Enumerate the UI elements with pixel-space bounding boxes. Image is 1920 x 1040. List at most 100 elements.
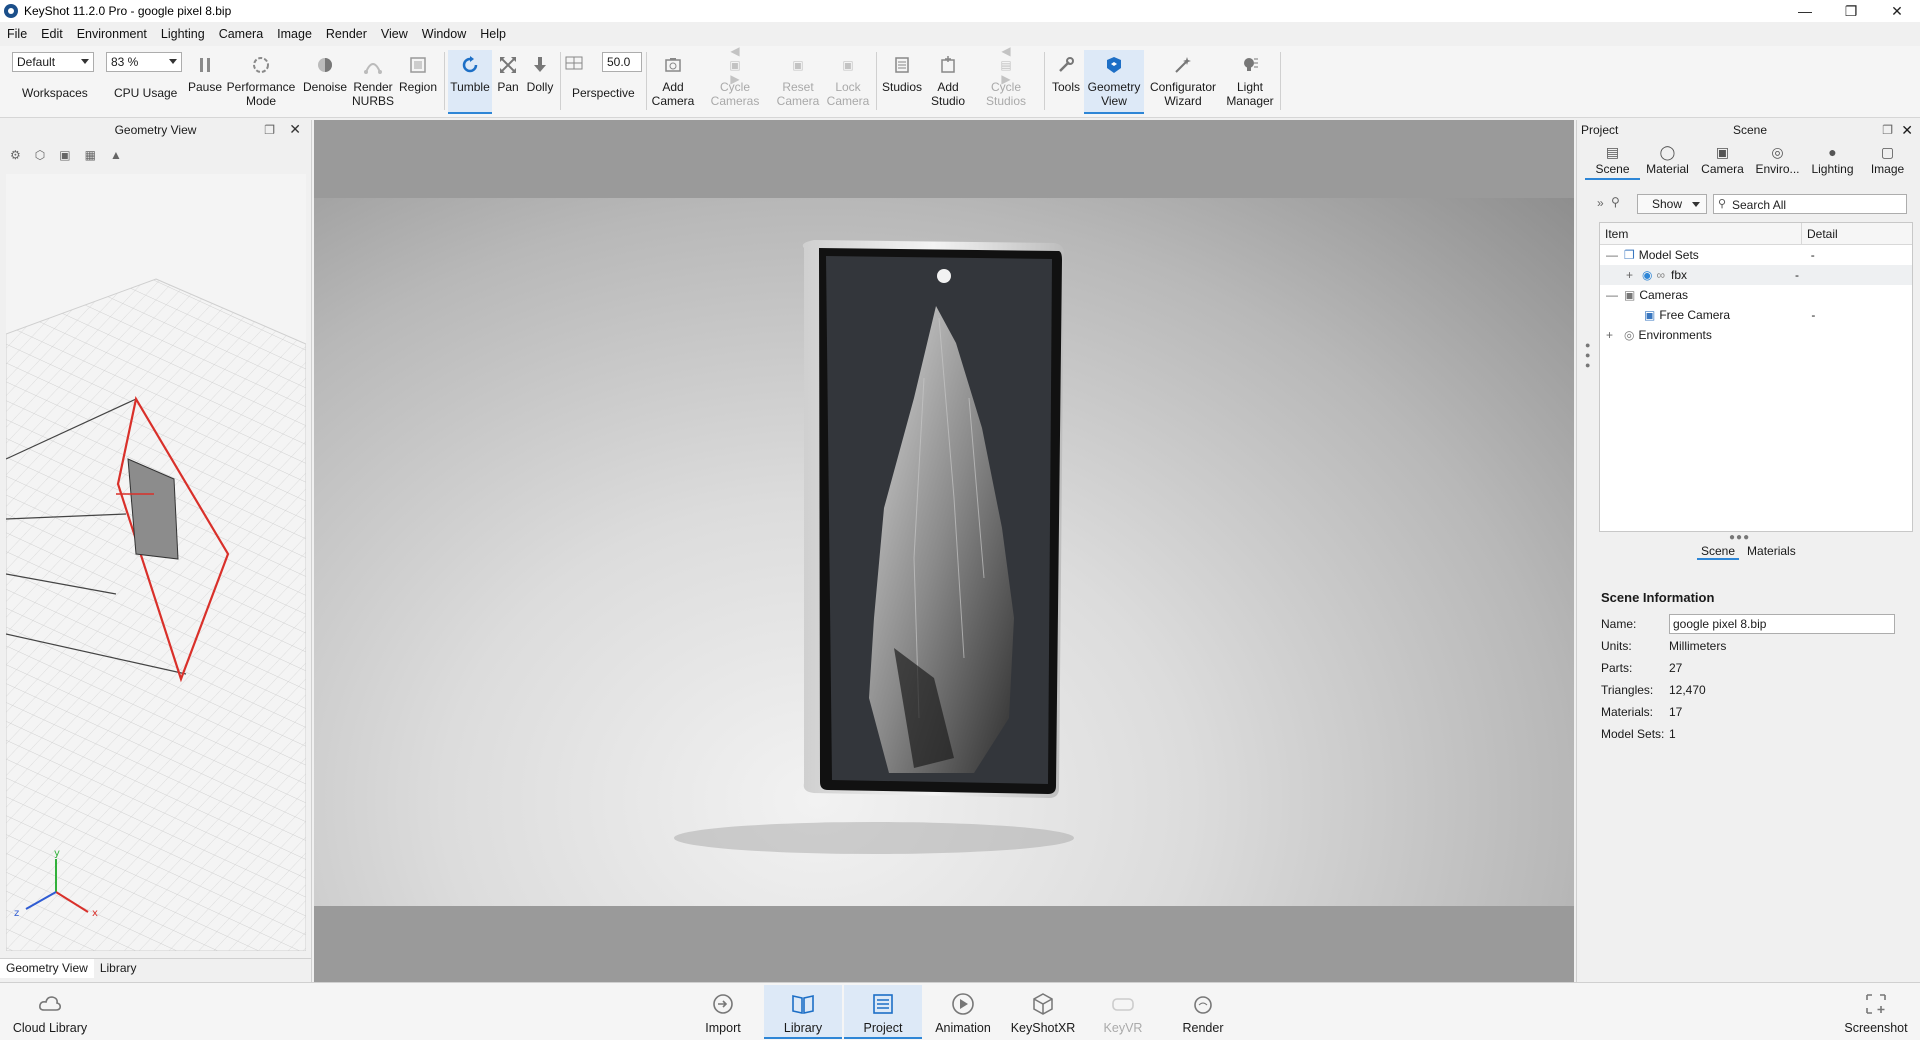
close-window-button[interactable]: ✕: [1874, 0, 1920, 22]
tab-environment[interactable]: ◎ Enviro...: [1750, 144, 1805, 180]
perspective-button[interactable]: Perspective: [572, 86, 635, 100]
animation-play-icon: [950, 991, 976, 1017]
import-button[interactable]: Import: [686, 985, 760, 1039]
denoise-button[interactable]: Denoise: [300, 50, 350, 114]
side-collapse-handle-icon[interactable]: ● ● ●: [1585, 340, 1590, 370]
cycle-studios-button[interactable]: ◀ ▤ ▶ Cycle Studios: [972, 44, 1040, 114]
keyvr-button[interactable]: KeyVR: [1084, 985, 1162, 1039]
collapse-icon[interactable]: —: [1606, 245, 1618, 265]
tab-lighting[interactable]: ● Lighting: [1805, 144, 1860, 180]
tab-geometry-view[interactable]: Geometry View: [0, 959, 94, 978]
expand-chevron-icon[interactable]: »: [1597, 196, 1604, 210]
filter-icon[interactable]: ⚲: [1611, 195, 1620, 209]
splitter-handle-icon[interactable]: ●●●: [1729, 532, 1750, 543]
menu-bar: File Edit Environment Lighting Camera Im…: [0, 24, 513, 44]
tree-row-free-camera[interactable]: ▣ Free Camera -: [1600, 305, 1912, 325]
scene-name-input[interactable]: google pixel 8.bip: [1669, 614, 1895, 634]
fit-view-icon[interactable]: ▣: [59, 148, 70, 162]
scene-tree-icon[interactable]: ▲: [110, 148, 122, 162]
menu-window[interactable]: Window: [415, 27, 473, 41]
geometry-view-button[interactable]: Geometry View: [1084, 50, 1144, 114]
dolly-button[interactable]: Dolly: [522, 50, 558, 114]
restore-button[interactable]: ❐: [1828, 0, 1874, 22]
render-viewport[interactable]: [314, 120, 1574, 982]
sub-tab-scene[interactable]: Scene: [1697, 544, 1740, 560]
minimize-button[interactable]: —: [1782, 0, 1828, 22]
cpu-usage-value: 83 %: [111, 55, 139, 69]
menu-view[interactable]: View: [374, 27, 415, 41]
tree-detail: -: [1810, 248, 1815, 262]
scene-tree: Item Detail — ❐ Model Sets - + ◉ ∞ fbx -…: [1599, 222, 1913, 532]
lightbulb-icon: ●: [1828, 144, 1837, 160]
menu-lighting[interactable]: Lighting: [154, 27, 212, 41]
geometry-view-canvas[interactable]: y x z: [6, 174, 306, 951]
tumble-icon: [459, 54, 481, 76]
keyshotxr-button[interactable]: KeyShotXR: [1004, 985, 1082, 1039]
show-dropdown[interactable]: Show: [1637, 194, 1707, 214]
undock-icon[interactable]: ❐: [1882, 120, 1893, 140]
undock-icon[interactable]: ❐: [264, 123, 275, 137]
menu-image[interactable]: Image: [270, 27, 319, 41]
tab-library[interactable]: Library: [94, 959, 143, 978]
menu-camera[interactable]: Camera: [212, 27, 270, 41]
cycle-cameras-button[interactable]: ◀ ▣ ▶ Cycle Cameras: [702, 44, 768, 114]
workspace-select[interactable]: Default: [12, 52, 94, 72]
project-panel-header: Project Scene ❐ ✕: [1577, 120, 1920, 140]
lock-camera-button[interactable]: ▣ Lock Camera: [824, 50, 872, 114]
tools-button[interactable]: Tools: [1048, 50, 1084, 114]
cloud-library-button[interactable]: Cloud Library: [10, 985, 90, 1039]
pan-button[interactable]: Pan: [494, 50, 522, 114]
detail-column-header[interactable]: Detail: [1802, 223, 1838, 244]
tree-row-fbx[interactable]: + ◉ ∞ fbx -: [1600, 265, 1912, 285]
menu-environment[interactable]: Environment: [70, 27, 154, 41]
collapse-icon[interactable]: —: [1606, 285, 1618, 305]
cpu-usage-select[interactable]: 83 %: [106, 52, 182, 72]
expand-icon[interactable]: +: [1626, 265, 1638, 285]
menu-render[interactable]: Render: [319, 27, 374, 41]
library-button[interactable]: Library: [764, 985, 842, 1039]
item-column-header[interactable]: Item: [1600, 223, 1802, 244]
tree-row-model-sets[interactable]: — ❐ Model Sets -: [1600, 245, 1912, 265]
tree-label: Cameras: [1639, 288, 1689, 302]
tab-camera[interactable]: ▣ Camera: [1695, 144, 1750, 180]
light-manager-button[interactable]: Light Manager: [1222, 50, 1278, 114]
screenshot-button[interactable]: Screenshot: [1836, 985, 1916, 1039]
expand-icon[interactable]: +: [1606, 325, 1618, 345]
fov-input[interactable]: 50.0: [602, 52, 642, 72]
animation-button[interactable]: Animation: [924, 985, 1002, 1039]
studios-icon: [891, 54, 913, 76]
cube-view-icon[interactable]: ⬡: [35, 148, 45, 162]
scene-icon: ▤: [1605, 144, 1620, 160]
region-button[interactable]: Region: [396, 50, 440, 114]
tab-scene[interactable]: ▤ Scene: [1585, 144, 1640, 180]
tab-material[interactable]: ◯ Material: [1640, 144, 1695, 180]
configurator-wizard-button[interactable]: Configurator Wizard: [1146, 50, 1220, 114]
render-nurbs-button[interactable]: Render NURBS: [350, 50, 396, 114]
studios-button[interactable]: Studios: [880, 50, 924, 114]
close-panel-icon[interactable]: ✕: [1901, 120, 1913, 140]
menu-file[interactable]: File: [0, 27, 34, 41]
tab-image[interactable]: ▢ Image: [1860, 144, 1915, 180]
performance-mode-button[interactable]: Performance Mode: [226, 50, 296, 114]
image-icon: ▢: [1880, 144, 1895, 160]
settings-gear-icon[interactable]: ⚙: [10, 148, 21, 162]
tree-row-cameras[interactable]: — ▣ Cameras: [1600, 285, 1912, 305]
reset-camera-button[interactable]: ▣ Reset Camera: [774, 50, 822, 114]
tumble-button[interactable]: Tumble: [448, 50, 492, 114]
grid-view-icon[interactable]: ▦: [85, 148, 96, 162]
close-panel-icon[interactable]: ✕: [289, 121, 301, 138]
render-button[interactable]: Render: [1164, 985, 1242, 1039]
add-camera-button[interactable]: Add Camera: [650, 50, 696, 114]
sub-tab-materials[interactable]: Materials: [1747, 544, 1796, 560]
axis-y-label: y: [54, 848, 60, 859]
real-time-render[interactable]: [314, 198, 1574, 906]
add-studio-button[interactable]: Add Studio: [926, 50, 970, 114]
tree-row-environments[interactable]: + ◎ Environments: [1600, 325, 1912, 345]
pause-button[interactable]: Pause: [186, 50, 224, 114]
project-button[interactable]: Project: [844, 985, 922, 1039]
menu-edit[interactable]: Edit: [34, 27, 70, 41]
tools-label: Tools: [1051, 80, 1080, 94]
menu-help[interactable]: Help: [473, 27, 513, 41]
visibility-eye-icon[interactable]: ◉: [1642, 265, 1652, 285]
search-field[interactable]: ⚲ Search All: [1713, 194, 1907, 214]
